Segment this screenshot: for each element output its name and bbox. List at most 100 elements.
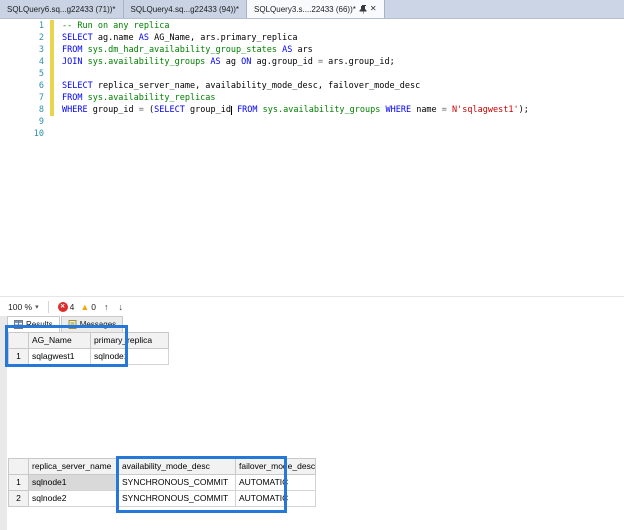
tab-sqlquery3[interactable]: SQLQuery3.s....22433 (66))* ✕ <box>247 0 385 18</box>
grid-cell[interactable]: sqlnode1 <box>91 349 169 365</box>
chevron-down-icon: ▾ <box>35 303 39 311</box>
row-number[interactable]: 1 <box>9 475 29 491</box>
messages-icon <box>68 320 77 329</box>
tab-sqlquery6[interactable]: SQLQuery6.sq...g22433 (71))* <box>0 0 124 18</box>
code-line[interactable]: -- Run on any replica <box>62 20 529 32</box>
grid-row: 2sqlnode2SYNCHRONOUS_COMMITAUTOMATIC <box>9 491 316 507</box>
code-token: AG_Name, ars.primary_replica <box>149 33 297 43</box>
code-token: FROM <box>62 45 82 55</box>
grid-row: 1sqlagwest1sqlnode1 <box>9 349 169 365</box>
code-token: name <box>411 105 442 115</box>
code-token: ag.group_id <box>251 57 318 67</box>
line-number: 5 <box>0 68 44 80</box>
code-line[interactable]: SELECT replica_server_name, availability… <box>62 80 529 92</box>
grid-cell[interactable]: sqlnode2 <box>29 491 119 507</box>
code-token: replica_server_name, availability_mode_d… <box>93 81 421 91</box>
grid-cell[interactable]: SYNCHRONOUS_COMMIT <box>119 475 236 491</box>
column-header[interactable]: failover_mode_desc <box>236 459 316 475</box>
results-grid-2[interactable]: replica_server_nameavailability_mode_des… <box>8 458 316 507</box>
navigate-up-icon[interactable]: ↑ <box>102 302 111 312</box>
warning-count: 0 <box>91 302 96 312</box>
code-token: WHERE <box>385 105 411 115</box>
separator <box>48 301 49 313</box>
zoom-control[interactable]: 100 % ▾ <box>8 302 39 312</box>
code-token: N'sqlagwest1' <box>452 105 519 115</box>
results-left-margin <box>0 316 7 530</box>
pin-icon[interactable] <box>359 5 367 14</box>
code-token: SELECT <box>154 105 185 115</box>
code-line[interactable] <box>62 68 529 80</box>
grid-corner[interactable] <box>9 333 29 349</box>
tab-messages[interactable]: Messages <box>61 316 123 332</box>
tab-sqlquery4[interactable]: SQLQuery4.sq...g22433 (94))* <box>124 0 248 18</box>
code-token: FROM <box>62 93 82 103</box>
code-token: ars <box>292 45 312 55</box>
code-token: ars.group_id; <box>323 57 395 67</box>
code-line[interactable]: SELECT ag.name AS AG_Name, ars.primary_r… <box>62 32 529 44</box>
code-token: FROM <box>237 105 257 115</box>
column-header[interactable]: replica_server_name <box>29 459 119 475</box>
tab-results[interactable]: Results <box>7 316 60 332</box>
code-token: ON <box>241 57 251 67</box>
code-token: SELECT <box>62 33 93 43</box>
line-number: 8 <box>0 104 44 116</box>
zoom-level: 100 % <box>8 302 32 312</box>
line-number: 7 <box>0 92 44 104</box>
grid-cell[interactable]: AUTOMATIC <box>236 491 316 507</box>
results-grid-icon <box>14 320 23 329</box>
code-line[interactable] <box>62 116 529 128</box>
grid-corner[interactable] <box>9 459 29 475</box>
code-token: AS <box>282 45 292 55</box>
results-tab-strip: Results Messages <box>7 316 123 332</box>
tab-label: SQLQuery3.s....22433 (66))* <box>254 5 356 14</box>
code-line[interactable]: FROM sys.availability_replicas <box>62 92 529 104</box>
error-count-badge[interactable]: ✕ 4 <box>58 302 75 312</box>
column-header[interactable]: availability_mode_desc <box>119 459 236 475</box>
line-number: 9 <box>0 116 44 128</box>
code-token: sys.availability_replicas <box>82 93 215 103</box>
grid-cell[interactable]: SYNCHRONOUS_COMMIT <box>119 491 236 507</box>
code-line[interactable]: WHERE group_id = (SELECT group_id FROM s… <box>62 104 529 116</box>
code-token: AS <box>210 57 220 67</box>
code-token: AS <box>139 33 149 43</box>
grid-cell[interactable]: AUTOMATIC <box>236 475 316 491</box>
grid-cell[interactable]: sqlagwest1 <box>29 349 91 365</box>
error-icon: ✕ <box>58 302 68 312</box>
code-token: WHERE <box>62 105 88 115</box>
results-tab-label: Results <box>26 320 53 329</box>
ssms-window: SQLQuery6.sq...g22433 (71))* SQLQuery4.s… <box>0 0 624 530</box>
line-number: 1 <box>0 20 44 32</box>
results-grid-1[interactable]: AG_Nameprimary_replica1sqlagwest1sqlnode… <box>8 332 169 365</box>
code-token: sys.availability_groups <box>258 105 386 115</box>
tab-label: SQLQuery4.sq...g22433 (94))* <box>131 5 240 14</box>
navigate-down-icon[interactable]: ↓ <box>117 302 126 312</box>
code-token: ); <box>519 105 529 115</box>
warning-count-badge[interactable]: ▲ 0 <box>80 302 96 312</box>
code-token: ag.name <box>93 33 139 43</box>
row-number[interactable]: 2 <box>9 491 29 507</box>
row-number[interactable]: 1 <box>9 349 29 365</box>
code-token: group_id <box>88 105 139 115</box>
grid-row: 1sqlnode1SYNCHRONOUS_COMMITAUTOMATIC <box>9 475 316 491</box>
code-token: SELECT <box>62 81 93 91</box>
code-line[interactable]: FROM sys.dm_hadr_availability_group_stat… <box>62 44 529 56</box>
code-token: group_id <box>185 105 231 115</box>
document-tab-bar: SQLQuery6.sq...g22433 (71))* SQLQuery4.s… <box>0 0 624 19</box>
grid-header-row: replica_server_nameavailability_mode_des… <box>9 459 316 475</box>
line-number-gutter: 12345678910 <box>0 20 44 140</box>
code-token: sys.availability_groups <box>82 57 210 67</box>
column-header[interactable]: primary_replica <box>91 333 169 349</box>
code-area[interactable]: -- Run on any replicaSELECT ag.name AS A… <box>62 20 529 140</box>
tab-label: SQLQuery6.sq...g22433 (71))* <box>7 5 116 14</box>
line-number: 10 <box>0 128 44 140</box>
code-token: -- Run on any replica <box>62 21 169 31</box>
column-header[interactable]: AG_Name <box>29 333 91 349</box>
code-line[interactable] <box>62 128 529 140</box>
grid-cell[interactable]: sqlnode1 <box>29 475 119 491</box>
close-icon[interactable]: ✕ <box>370 5 377 13</box>
code-token: ag <box>221 57 241 67</box>
code-editor[interactable]: 12345678910 -- Run on any replicaSELECT … <box>0 19 624 296</box>
code-token: sys.dm_hadr_availability_group_states <box>82 45 282 55</box>
code-line[interactable]: JOIN sys.availability_groups AS ag ON ag… <box>62 56 529 68</box>
grid-header-row: AG_Nameprimary_replica <box>9 333 169 349</box>
